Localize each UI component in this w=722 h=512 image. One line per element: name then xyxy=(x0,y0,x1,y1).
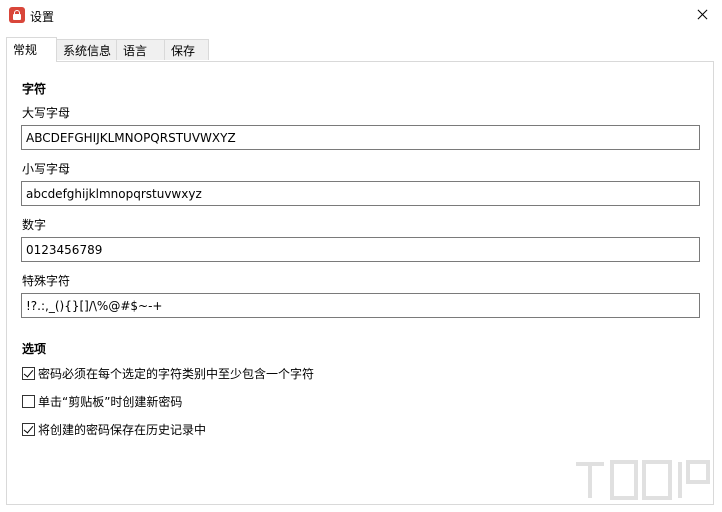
close-button[interactable] xyxy=(690,4,714,26)
digits-label: 数字 xyxy=(22,218,47,232)
checkbox-new-on-clipboard[interactable] xyxy=(22,394,35,408)
tab-save[interactable]: 保存 xyxy=(164,39,209,60)
uppercase-input[interactable] xyxy=(21,125,700,150)
option-label: 将创建的密码保存在历史记录中 xyxy=(38,422,207,437)
checkbox-save-history[interactable] xyxy=(22,422,35,436)
special-label: 特殊字符 xyxy=(22,274,71,288)
lowercase-label: 小写字母 xyxy=(22,162,71,176)
tab-language[interactable]: 语言 xyxy=(116,39,165,60)
uppercase-label: 大写字母 xyxy=(22,106,71,120)
special-input[interactable] xyxy=(21,293,700,318)
tab-general[interactable]: 常规 xyxy=(6,37,57,62)
window-title: 设置 xyxy=(30,10,55,24)
title-bar: 设置 xyxy=(0,0,722,31)
option-save-history[interactable]: 将创建的密码保存在历史记录中 xyxy=(22,421,206,437)
watermark-logo-icon xyxy=(576,460,710,500)
characters-heading: 字符 xyxy=(22,82,47,96)
digits-input[interactable] xyxy=(21,237,700,262)
options-heading: 选项 xyxy=(22,342,47,356)
checkbox-require-each-category[interactable] xyxy=(22,366,35,380)
option-label: 单击“剪贴板”时创建新密码 xyxy=(38,394,183,409)
tab-system-info[interactable]: 系统信息 xyxy=(56,39,117,60)
app-lock-icon xyxy=(9,7,25,23)
option-new-on-clipboard[interactable]: 单击“剪贴板”时创建新密码 xyxy=(22,393,182,409)
lowercase-input[interactable] xyxy=(21,181,700,206)
option-label: 密码必须在每个选定的字符类别中至少包含一个字符 xyxy=(38,366,315,381)
option-require-each-category[interactable]: 密码必须在每个选定的字符类别中至少包含一个字符 xyxy=(22,365,314,381)
